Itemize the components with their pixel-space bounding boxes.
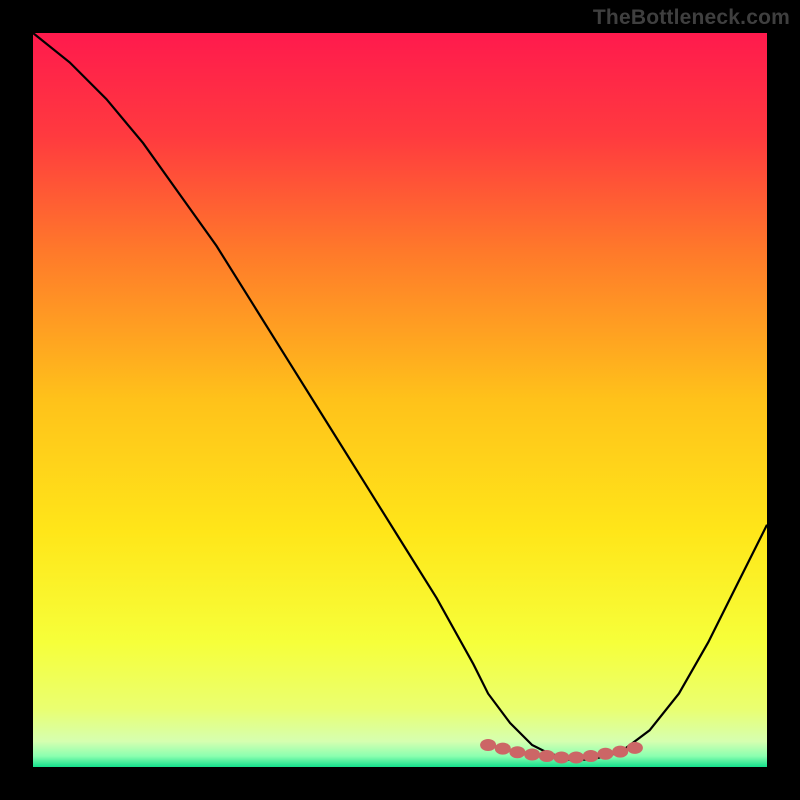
optimal-marker-dot — [568, 752, 584, 764]
optimal-marker-dot — [480, 739, 496, 751]
optimal-marker-dot — [627, 742, 643, 754]
optimal-marker-dot — [524, 749, 540, 761]
chart-container: TheBottleneck.com — [0, 0, 800, 800]
optimal-marker-dot — [598, 748, 614, 760]
optimal-marker-dot — [495, 743, 511, 755]
optimal-marker-dot — [554, 752, 570, 764]
optimal-marker-dot — [583, 750, 599, 762]
bottleneck-chart — [0, 0, 800, 800]
optimal-marker-dot — [612, 746, 628, 758]
optimal-marker-dot — [539, 750, 555, 762]
optimal-marker-dot — [509, 746, 525, 758]
